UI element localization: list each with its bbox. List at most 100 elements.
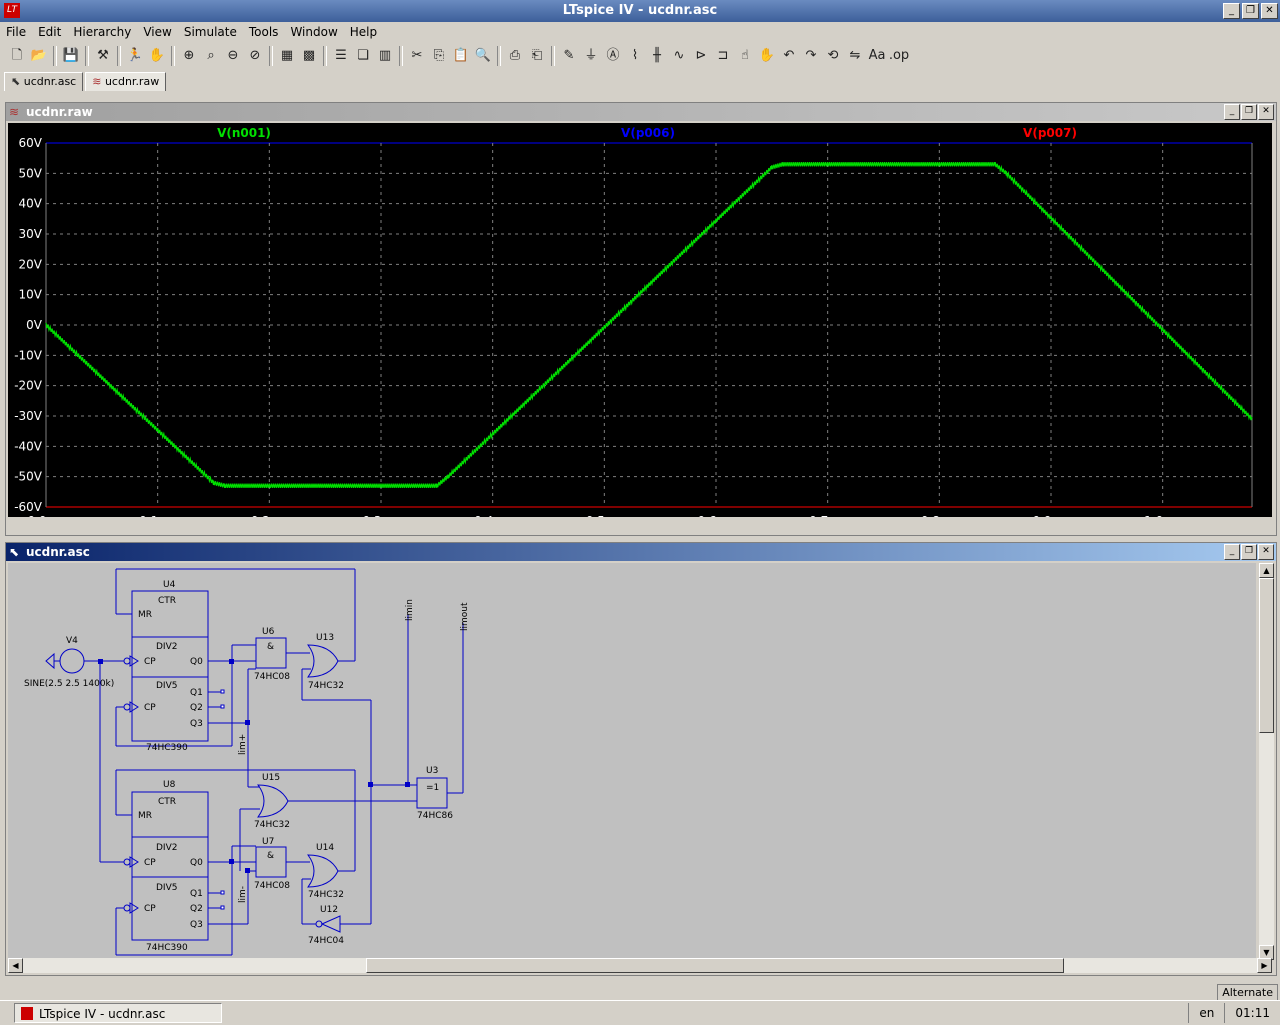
print-preview-icon[interactable]: ⎗ (526, 45, 548, 67)
cut-icon[interactable]: ✂ (406, 45, 428, 67)
waveform-window-titlebar[interactable]: ≋ ucdnr.raw _ ❐ ✕ (6, 103, 1276, 121)
u8-block-div2: DIV2 (156, 843, 177, 853)
restore-button[interactable]: ❐ (1241, 544, 1257, 560)
taskbar-task-ltspice[interactable]: LTspice IV - ucdnr.asc (14, 1003, 222, 1023)
v4-source-symbol[interactable] (59, 648, 85, 674)
u15-or-gate[interactable] (257, 784, 289, 818)
schematic-window: ⬉ ucdnr.asc _ ❐ ✕ U4 CTR MR DIV2 CP Q0 D… (5, 542, 1277, 976)
menu-file[interactable]: File (0, 23, 32, 41)
u14-or-gate[interactable] (307, 854, 339, 888)
y-tick-label: 60V (19, 136, 43, 150)
minimize-button[interactable]: _ (1224, 544, 1240, 560)
close-button[interactable]: ✕ (1261, 3, 1278, 19)
tile-vertical-icon[interactable]: ▥ (374, 45, 396, 67)
waveform-plot-area[interactable]: 60V 50V 40V 30V 20V 10V 0V -10V -20V -30V -40V -50V… (8, 123, 1272, 528)
zoom-in-icon[interactable]: ⊕ (178, 45, 200, 67)
copy-icon[interactable]: ⎘ (428, 45, 450, 67)
toolbar-separator (85, 46, 89, 66)
restore-button[interactable]: ❐ (1242, 3, 1259, 19)
halt-icon[interactable]: ✋ (146, 45, 168, 67)
resistor-icon[interactable]: ⌇ (624, 45, 646, 67)
wire-icon[interactable]: ✎ (558, 45, 580, 67)
menu-edit[interactable]: Edit (32, 23, 67, 41)
rotate-icon[interactable]: ⟲ (822, 45, 844, 67)
u4-block-div2: DIV2 (156, 642, 177, 652)
label-icon[interactable]: Ⓐ (602, 45, 624, 67)
scroll-thumb[interactable] (366, 958, 1064, 973)
system-tray: en 01:11 (1188, 1003, 1280, 1023)
redo-icon[interactable]: ↷ (800, 45, 822, 67)
close-button[interactable]: ✕ (1258, 104, 1274, 120)
paste-icon[interactable]: 📋 (450, 45, 472, 67)
menu-help[interactable]: Help (344, 23, 383, 41)
zoom-out-icon[interactable]: ⊖ (222, 45, 244, 67)
schematic-horizontal-scrollbar[interactable]: ◀ ▶ (8, 958, 1272, 973)
menu-window[interactable]: Window (284, 23, 343, 41)
mirror-icon[interactable]: ⇋ (844, 45, 866, 67)
menu-tools[interactable]: Tools (243, 23, 285, 41)
text-icon[interactable]: Aa (866, 45, 888, 67)
drag-icon[interactable]: ✋ (756, 45, 778, 67)
close-button[interactable]: ✕ (1258, 544, 1274, 560)
inductor-icon[interactable]: ∿ (668, 45, 690, 67)
save-icon[interactable]: 💾 (60, 45, 82, 67)
minimize-button[interactable]: _ (1224, 104, 1240, 120)
legend-entry: V(p007) (1023, 126, 1077, 140)
autorange-icon[interactable]: ▦ (276, 45, 298, 67)
u3-ref: U3 (426, 766, 438, 776)
diode-icon[interactable]: ⊳ (690, 45, 712, 67)
waveform-chart[interactable]: 60V 50V 40V 30V 20V 10V 0V -10V -20V -30V -40V -50V… (8, 123, 1272, 528)
schematic-canvas[interactable]: U4 CTR MR DIV2 CP Q0 DIV5 CP Q1 Q2 Q3 74… (8, 563, 1256, 960)
run-icon[interactable]: 🏃 (124, 45, 146, 67)
spice-directive-icon[interactable]: .op (888, 45, 910, 67)
u4-pin-q0: Q0 (190, 657, 203, 667)
minimize-button[interactable]: _ (1223, 3, 1240, 19)
undo-icon[interactable]: ↶ (778, 45, 800, 67)
u12-inverter[interactable] (320, 915, 341, 933)
tab-ucdnr-raw[interactable]: ≋ ucdnr.raw (85, 72, 167, 91)
ground-icon[interactable]: ⏚ (580, 45, 602, 67)
menu-view[interactable]: View (137, 23, 177, 41)
zoom-fit-icon[interactable]: ⌕ (200, 45, 222, 67)
window-title: LTspice IV - ucdnr.asc (562, 3, 718, 18)
component-icon[interactable]: ⊐ (712, 45, 734, 67)
legend-entry: V(n001) (217, 126, 271, 140)
y-tick-label: 10V (19, 288, 43, 302)
scroll-left-button[interactable]: ◀ (8, 958, 23, 973)
schematic-window-titlebar[interactable]: ⬉ ucdnr.asc _ ❐ ✕ (6, 543, 1276, 561)
grid-icon[interactable]: ▩ (298, 45, 320, 67)
language-indicator[interactable]: en (1188, 1003, 1224, 1023)
menu-bar: File Edit Hierarchy View Simulate Tools … (0, 23, 1280, 41)
control-panel-icon[interactable]: ⚒ (92, 45, 114, 67)
find-icon[interactable]: 🔍 (472, 45, 494, 67)
u8-pin-q0: Q0 (190, 858, 203, 868)
scroll-thumb[interactable] (1259, 578, 1274, 733)
menu-hierarchy[interactable]: Hierarchy (67, 23, 137, 41)
schematic-tab-icon: ⬉ (9, 545, 20, 559)
x-tick-label: 0.4ms (474, 514, 511, 517)
scroll-right-button[interactable]: ▶ (1257, 958, 1272, 973)
status-bar: Alternate (0, 984, 1280, 1001)
zoom-cancel-icon[interactable]: ⊘ (244, 45, 266, 67)
tile-horizontal-icon[interactable]: ☰ (330, 45, 352, 67)
u13-or-gate[interactable] (307, 644, 339, 678)
u4-pin-q1: Q1 (190, 688, 203, 698)
u4-pin-q2: Q2 (190, 703, 203, 713)
move-icon[interactable]: ☝ (734, 45, 756, 67)
restore-button[interactable]: ❐ (1241, 104, 1257, 120)
menu-simulate[interactable]: Simulate (178, 23, 243, 41)
scroll-up-button[interactable]: ▲ (1259, 563, 1274, 578)
schematic-drawing[interactable]: U4 CTR MR DIV2 CP Q0 DIV5 CP Q1 Q2 Q3 74… (8, 563, 1256, 960)
capacitor-icon[interactable]: ╫ (646, 45, 668, 67)
u13-model: 74HC32 (308, 681, 344, 691)
tab-label: ucdnr.asc (23, 75, 77, 88)
print-icon[interactable]: ⎙ (504, 45, 526, 67)
schematic-vertical-scrollbar[interactable]: ▲ ▼ (1259, 563, 1274, 960)
open-icon[interactable]: 📂 (28, 45, 50, 67)
cascade-icon[interactable]: ❏ (352, 45, 374, 67)
tab-ucdnr-asc[interactable]: ⬉ ucdnr.asc (4, 72, 84, 91)
new-schematic-icon[interactable]: 🗋 (6, 45, 28, 67)
toolbar-separator (53, 46, 57, 66)
u12-ref: U12 (320, 905, 338, 915)
u7-symbol: & (267, 851, 274, 861)
